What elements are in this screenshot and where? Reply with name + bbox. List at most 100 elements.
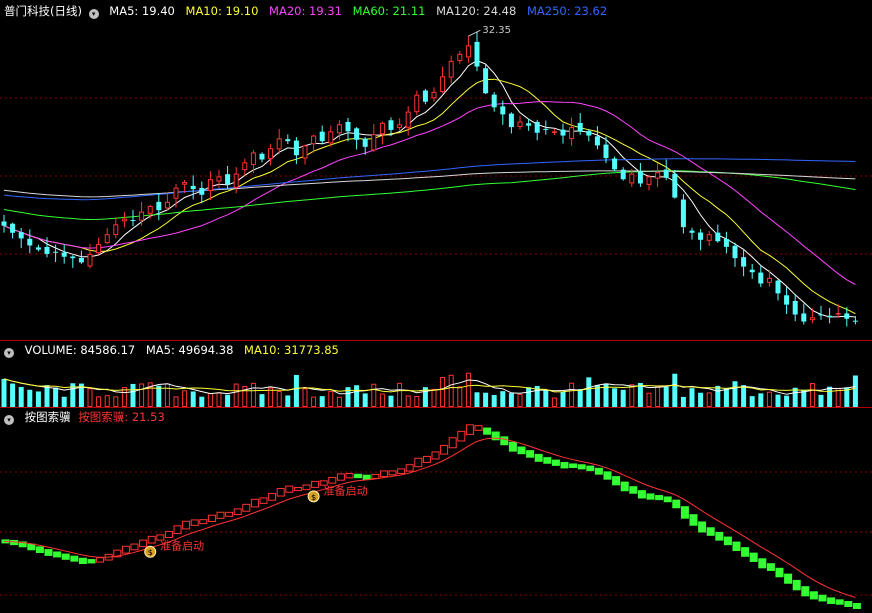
volume-bar-up: [336, 396, 342, 408]
volume-bar-up: [517, 393, 523, 407]
indicator-bar-up: [233, 508, 242, 515]
candle-body-down: [35, 247, 41, 250]
candle-body-up: [121, 218, 127, 222]
volume-bar-down: [680, 396, 686, 407]
indicator-bar-down: [784, 573, 793, 584]
ma250-line: [3, 158, 856, 201]
volume-bar-down: [818, 394, 824, 407]
candle-body-down: [844, 313, 850, 319]
candle-body-down: [792, 300, 798, 315]
indicator-bar-up: [276, 487, 285, 497]
candle-body-up: [233, 173, 239, 188]
candlesticks: [1, 31, 858, 327]
indicator-bar-up: [371, 473, 380, 479]
candle-body-down: [758, 272, 764, 284]
ma120-line: [3, 170, 856, 198]
volume-bar-down: [18, 386, 24, 407]
volume-bar-up: [655, 386, 661, 408]
volume-bar-down: [577, 389, 583, 407]
candle-body-down: [586, 131, 592, 136]
volume-bar-up: [809, 383, 815, 407]
indicator-bar-up: [285, 485, 294, 493]
signal-label: 准备启动: [324, 483, 368, 497]
volume-bar-up: [113, 396, 119, 408]
indicator-bar-up: [328, 476, 337, 484]
candle-body-up: [216, 176, 222, 182]
indicator-bar-down: [526, 450, 535, 458]
candle-body-down: [10, 223, 16, 233]
volume-bar-up: [766, 391, 772, 407]
candle-body-down: [801, 313, 807, 322]
indicator-bar-up: [345, 472, 354, 479]
indicator-bar-down: [732, 541, 741, 552]
candle-body-down: [663, 169, 669, 178]
volume-bar-up: [276, 391, 282, 408]
indicator-bar-down: [646, 493, 655, 500]
volume-bar-up: [440, 377, 446, 408]
annotations: 32.35 $ 准备启动 $ 准备启动: [144, 25, 511, 558]
indicator-bar-down: [818, 594, 827, 602]
candle-body-down: [53, 251, 59, 253]
candle-body-down: [422, 90, 428, 102]
indicator-bar-up: [414, 457, 423, 468]
indicator-bar-down: [517, 446, 526, 455]
volume-bar-down: [586, 377, 592, 407]
money-bag-icon-glyph: $: [148, 548, 153, 557]
candle-body-down: [474, 41, 480, 67]
stock-chart[interactable]: 32.35 $ 准备启动 $ 准备启动: [0, 0, 872, 613]
volume-bar-up: [139, 383, 145, 408]
indicator-bar-down: [715, 531, 724, 541]
candle-body-down: [620, 169, 626, 180]
indicator-bar-down: [35, 546, 44, 554]
candle-body-up: [646, 176, 652, 185]
volume-bar-down: [1, 378, 7, 407]
volume-bar-up: [328, 391, 334, 408]
high-price-label: 32.35: [482, 25, 511, 36]
volume-bar-up: [569, 382, 575, 407]
candle-body-down: [18, 232, 24, 239]
candle-body-up: [302, 145, 308, 159]
candle-body-down: [27, 238, 33, 246]
candle-body-down: [603, 144, 609, 159]
indicator-bar-down: [569, 463, 578, 468]
candle-body-down: [293, 140, 299, 156]
indicator-bar-up: [465, 424, 474, 435]
indicator-bar-up: [448, 437, 457, 449]
candle-body-down: [689, 230, 695, 233]
indicator-bar-down: [87, 559, 96, 564]
volume-bar-down: [620, 389, 626, 407]
indicator-bar-down: [354, 473, 363, 479]
volume-bar-down: [784, 395, 790, 407]
candle-body-down: [156, 201, 162, 211]
volume-bar-down: [362, 393, 368, 407]
candle-body-up: [96, 244, 102, 254]
volume-bar-up: [706, 392, 712, 408]
volume-bar-up: [311, 396, 317, 407]
indicator-bar-down: [672, 499, 681, 509]
candle-body-down: [1, 221, 7, 226]
indicator-bar-down: [809, 591, 818, 600]
candle-body-up: [766, 277, 772, 283]
volume-bar-down: [190, 391, 196, 407]
candle-body-down: [483, 68, 489, 94]
candle-body-down: [491, 94, 497, 108]
volume-bar-down: [560, 392, 566, 407]
volume-bar-up: [173, 396, 179, 407]
candle-body-down: [775, 280, 781, 294]
candle-body-up: [336, 124, 342, 134]
ma5-line: [3, 60, 856, 318]
indicator-bar-up: [250, 498, 259, 508]
indicator-bar-up: [96, 557, 105, 563]
volume-bar-down: [715, 385, 721, 407]
volume-bar-up: [629, 384, 635, 407]
volume-bar-up: [379, 393, 385, 407]
indicator-bar-down: [749, 552, 758, 562]
volume-bar-down: [156, 385, 162, 407]
candle-body-up: [431, 91, 437, 99]
indicator-bar-down: [508, 441, 517, 452]
indicator-bar-up: [440, 444, 449, 455]
indicator-bar-down: [698, 521, 707, 533]
volume-bar-up: [182, 390, 188, 407]
indicator-bar-down: [577, 464, 586, 470]
candle-body-down: [70, 256, 76, 259]
